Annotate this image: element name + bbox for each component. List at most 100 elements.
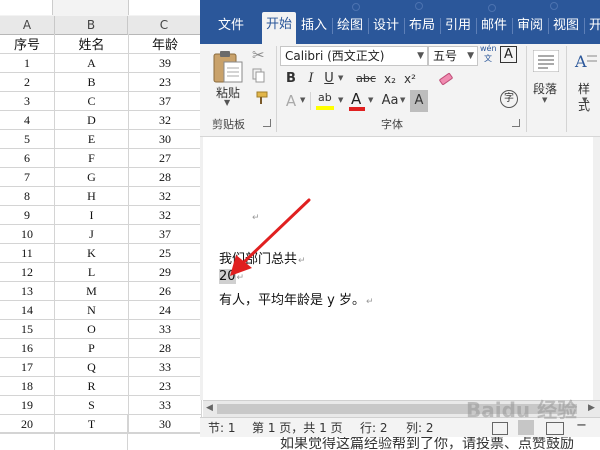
highlight-button[interactable]: ab bbox=[314, 90, 336, 112]
cell-name[interactable]: K bbox=[54, 243, 129, 263]
cell-index[interactable]: 18 bbox=[0, 376, 55, 396]
tab-layout[interactable]: 布局 bbox=[406, 14, 438, 38]
cell-name[interactable]: E bbox=[54, 129, 129, 149]
cell-age[interactable]: 23 bbox=[128, 72, 202, 92]
tab-review[interactable]: 审阅 bbox=[514, 14, 546, 38]
header-cell-name[interactable]: 姓名 bbox=[54, 34, 129, 54]
font-name-select[interactable]: Calibri (西文正文) ▼ bbox=[280, 46, 428, 66]
cell-name[interactable]: R bbox=[54, 376, 129, 396]
char-border-button[interactable]: A bbox=[500, 46, 517, 63]
tab-design[interactable]: 设计 bbox=[370, 14, 402, 38]
tab-mailings[interactable]: 邮件 bbox=[478, 14, 510, 38]
cell-name[interactable]: N bbox=[54, 300, 129, 320]
phonetic-guide-icon[interactable]: wén 文 bbox=[480, 44, 497, 64]
styles-button[interactable]: A 样式 ▼ bbox=[570, 48, 600, 113]
scroll-right-icon[interactable]: ▶ bbox=[588, 403, 595, 413]
cell-index[interactable]: 14 bbox=[0, 300, 55, 320]
copy-icon[interactable] bbox=[252, 68, 265, 83]
cell-age[interactable]: 24 bbox=[128, 300, 202, 320]
header-cell-index[interactable]: 序号 bbox=[0, 34, 55, 54]
chevron-down-icon[interactable]: ▼ bbox=[338, 96, 343, 104]
cell-index[interactable]: 12 bbox=[0, 262, 55, 282]
cell-age[interactable]: 37 bbox=[128, 91, 202, 111]
document-page[interactable]: ↵ 我们部门总共↵ 20↵ 有人，平均年龄是 y 岁。↵ bbox=[203, 137, 593, 400]
cell-name[interactable]: I bbox=[54, 205, 129, 225]
bold-button[interactable]: B bbox=[282, 68, 300, 90]
cut-icon[interactable]: ✂ bbox=[252, 46, 265, 64]
cell-index[interactable]: 2 bbox=[0, 72, 55, 92]
doc-line-3[interactable]: 有人，平均年龄是 y 岁。↵ bbox=[219, 289, 374, 308]
cell-age[interactable]: 33 bbox=[128, 357, 202, 377]
cell-name[interactable]: H bbox=[54, 186, 129, 206]
cell-age[interactable]: 39 bbox=[128, 53, 202, 73]
cell-name[interactable]: P bbox=[54, 338, 129, 358]
cell-name[interactable]: F bbox=[54, 148, 129, 168]
status-column[interactable]: 列: 2 bbox=[406, 420, 434, 436]
cell-index[interactable]: 19 bbox=[0, 395, 55, 415]
header-cell-age[interactable]: 年龄 bbox=[128, 34, 202, 54]
status-page[interactable]: 第 1 页，共 1 页 bbox=[252, 420, 343, 436]
font-size-select[interactable]: 五号 ▼ bbox=[428, 46, 478, 66]
text-effect-button[interactable]: A bbox=[282, 90, 300, 112]
cell-name[interactable]: G bbox=[54, 167, 129, 187]
status-section[interactable]: 节: 1 bbox=[208, 420, 236, 436]
cell-index[interactable]: 3 bbox=[0, 91, 55, 111]
font-color-button[interactable]: A bbox=[348, 90, 366, 112]
cell-index[interactable]: 6 bbox=[0, 148, 55, 168]
cell-name[interactable]: D bbox=[54, 110, 129, 130]
cell-name[interactable]: C bbox=[54, 91, 129, 111]
cell-index[interactable]: 5 bbox=[0, 129, 55, 149]
cell-index[interactable]: 9 bbox=[0, 205, 55, 225]
cell-age[interactable]: 28 bbox=[128, 167, 202, 187]
cell-age[interactable]: 28 bbox=[128, 338, 202, 358]
superscript-button[interactable]: x² bbox=[400, 68, 420, 90]
cell-index[interactable]: 13 bbox=[0, 281, 55, 301]
tab-developer[interactable]: 开发 bbox=[586, 14, 600, 38]
cell-age[interactable]: 25 bbox=[128, 243, 202, 263]
format-painter-icon[interactable] bbox=[252, 90, 268, 104]
cell-name[interactable]: B bbox=[54, 72, 129, 92]
cell-index[interactable]: 16 bbox=[0, 338, 55, 358]
cell-name[interactable]: S bbox=[54, 395, 129, 415]
cell-name[interactable]: J bbox=[54, 224, 129, 244]
clear-format-icon[interactable] bbox=[438, 70, 454, 86]
cell-index[interactable]: 15 bbox=[0, 319, 55, 339]
scroll-left-icon[interactable]: ◀ bbox=[206, 403, 213, 413]
clipboard-launcher-icon[interactable] bbox=[263, 119, 271, 127]
tab-file[interactable]: 文件 bbox=[210, 14, 252, 38]
column-header-c[interactable]: C bbox=[128, 16, 201, 35]
cell-index[interactable]: 17 bbox=[0, 357, 55, 377]
chevron-down-icon[interactable]: ▼ bbox=[300, 96, 305, 104]
tab-draw[interactable]: 绘图 bbox=[334, 14, 366, 38]
cell-index[interactable]: 4 bbox=[0, 110, 55, 130]
cell-index[interactable]: 7 bbox=[0, 167, 55, 187]
cell-name[interactable]: M bbox=[54, 281, 129, 301]
tab-insert[interactable]: 插入 bbox=[298, 14, 330, 38]
tab-references[interactable]: 引用 bbox=[442, 14, 474, 38]
cell-age[interactable]: 27 bbox=[128, 148, 202, 168]
chevron-down-icon[interactable]: ▼ bbox=[368, 96, 373, 104]
cell-age[interactable]: 32 bbox=[128, 205, 202, 225]
read-mode-icon[interactable] bbox=[492, 422, 508, 435]
chevron-down-icon[interactable]: ▼ bbox=[400, 96, 405, 104]
cell-index[interactable]: 1 bbox=[0, 53, 55, 73]
web-layout-icon[interactable] bbox=[546, 422, 564, 435]
cell-age[interactable]: 32 bbox=[128, 186, 202, 206]
paragraph-button[interactable]: 段落 ▼ bbox=[530, 48, 562, 110]
cell-name[interactable]: L bbox=[54, 262, 129, 282]
char-shading-button[interactable]: A bbox=[410, 90, 428, 112]
column-header-b[interactable]: B bbox=[55, 16, 128, 35]
column-header-a[interactable]: A bbox=[0, 16, 55, 35]
italic-button[interactable]: I bbox=[302, 68, 320, 90]
chevron-down-icon[interactable]: ▼ bbox=[338, 74, 343, 82]
doc-line-1[interactable]: 我们部门总共↵ bbox=[219, 248, 306, 267]
cell-index[interactable]: 8 bbox=[0, 186, 55, 206]
cell-index[interactable]: 10 bbox=[0, 224, 55, 244]
subscript-button[interactable]: x₂ bbox=[380, 68, 400, 90]
cell-age[interactable]: 33 bbox=[128, 395, 202, 415]
strikethrough-button[interactable]: abc bbox=[352, 68, 380, 90]
cell-index[interactable]: 11 bbox=[0, 243, 55, 263]
cell-name[interactable]: A bbox=[54, 53, 129, 73]
tab-home[interactable]: 开始 bbox=[262, 12, 296, 44]
cell-age[interactable]: 33 bbox=[128, 319, 202, 339]
